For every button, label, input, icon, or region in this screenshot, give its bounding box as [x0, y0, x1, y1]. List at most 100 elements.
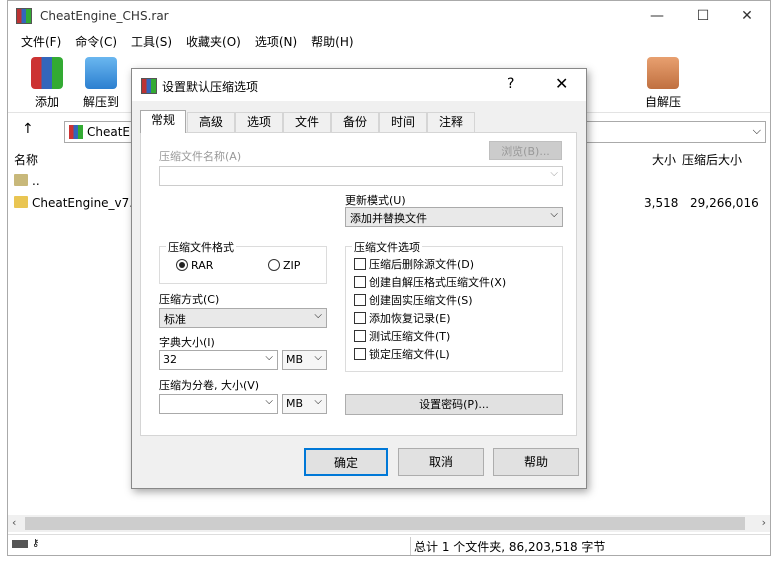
col-name[interactable]: 名称 — [14, 151, 38, 168]
option-label: 创建自解压格式压缩文件(X) — [369, 276, 507, 289]
menu-file[interactable]: 文件(F) — [14, 32, 68, 52]
archive-name-input[interactable]: ⌵ — [159, 166, 563, 186]
recovery-record-checkbox[interactable]: 添加恢复记录(E) — [354, 311, 451, 327]
checkbox-icon — [354, 294, 366, 306]
option-label: 创建固实压缩文件(S) — [369, 294, 473, 307]
extract-to-button[interactable]: 解压到 — [76, 57, 126, 110]
cancel-button[interactable]: 取消 — [398, 448, 484, 476]
test-archive-checkbox[interactable]: 测试压缩文件(T) — [354, 329, 450, 345]
status-separator — [410, 537, 411, 555]
browse-button[interactable]: 浏览(B)... — [489, 141, 562, 160]
delete-after-checkbox[interactable]: 压缩后删除源文件(D) — [354, 257, 474, 273]
lock-archive-checkbox[interactable]: 锁定压缩文件(L) — [354, 347, 450, 363]
archive-icon — [69, 125, 83, 139]
row-size: 3,518 — [644, 196, 679, 210]
option-label: 添加恢复记录(E) — [369, 312, 451, 325]
tab-backup[interactable]: 备份 — [331, 112, 379, 132]
menu-commands[interactable]: 命令(C) — [68, 32, 124, 52]
help-question-icon[interactable]: ? — [507, 76, 514, 92]
key-icon: ⚷ — [32, 538, 40, 549]
dict-size-select[interactable]: 32 ⌵ — [159, 350, 278, 370]
format-group-title: 压缩文件格式 — [166, 239, 236, 255]
chevron-down-icon: ⌵ — [265, 352, 273, 363]
chevron-down-icon[interactable]: ⌵ — [550, 168, 558, 179]
chevron-down-icon: ⌵ — [314, 352, 322, 363]
format-rar-label: RAR — [191, 259, 214, 272]
dict-size-label: 字典大小(I) — [159, 336, 215, 349]
parent-folder-icon — [14, 174, 28, 186]
status-bar: ⚷ 总计 1 个文件夹, 86,203,518 字节 — [8, 534, 770, 556]
menu-bar: 文件(F) 命令(C) 工具(S) 收藏夹(O) 选项(N) 帮助(H) — [8, 32, 770, 52]
col-size[interactable]: 大小 — [652, 151, 676, 168]
dict-size-value: 32 — [163, 353, 177, 366]
scroll-thumb[interactable] — [25, 517, 745, 530]
archive-options-group: 压缩文件选项 压缩后删除源文件(D) 创建自解压格式压缩文件(X) 创建固实压缩… — [345, 239, 563, 372]
menu-help[interactable]: 帮助(H) — [304, 32, 360, 52]
format-zip-radio[interactable]: ZIP — [268, 258, 300, 274]
method-select[interactable]: 标准 ⌵ — [159, 308, 327, 328]
update-mode-value: 添加并替换文件 — [350, 212, 427, 225]
ok-button[interactable]: 确定 — [304, 448, 388, 476]
tab-general[interactable]: 常规 — [140, 110, 186, 133]
split-unit-select[interactable]: MB ⌵ — [282, 394, 327, 414]
tab-files[interactable]: 文件 — [283, 112, 331, 132]
menu-favorites[interactable]: 收藏夹(O) — [179, 32, 248, 52]
scroll-right-icon[interactable]: › — [762, 516, 766, 529]
col-packed[interactable]: 压缩后大小 — [682, 151, 742, 168]
maximize-icon[interactable]: ☐ — [680, 1, 726, 32]
format-rar-radio[interactable]: RAR — [176, 258, 213, 274]
winrar-dialog-icon — [141, 78, 157, 94]
extract-folder-icon — [85, 57, 117, 89]
minimize-icon[interactable]: — — [634, 1, 680, 32]
row-packed: 29,266,016 — [690, 196, 759, 210]
winrar-app-icon — [16, 8, 32, 24]
update-mode-label: 更新模式(U) — [345, 194, 406, 207]
drive-icon — [12, 540, 28, 548]
extract-label: 解压到 — [82, 95, 119, 109]
dialog-title-bar: 设置默认压缩选项 ? ✕ — [132, 69, 586, 101]
menu-tools[interactable]: 工具(S) — [124, 32, 179, 52]
add-archive-icon — [31, 57, 63, 89]
dict-unit-select[interactable]: MB ⌵ — [282, 350, 327, 370]
window-title: CheatEngine_CHS.rar — [40, 9, 169, 23]
sfx-box-icon — [647, 57, 679, 89]
solid-archive-checkbox[interactable]: 创建固实压缩文件(S) — [354, 293, 473, 309]
sfx-label: 自解压 — [644, 95, 681, 109]
split-unit-value: MB — [286, 397, 304, 410]
chevron-down-icon[interactable]: ⌵ — [753, 124, 761, 138]
method-label: 压缩方式(C) — [159, 293, 220, 306]
chevron-down-icon: ⌵ — [314, 310, 322, 321]
menu-options[interactable]: 选项(N) — [248, 32, 304, 52]
split-label: 压缩为分卷, 大小(V) — [159, 379, 260, 392]
create-sfx-checkbox[interactable]: 创建自解压格式压缩文件(X) — [354, 275, 506, 291]
add-label: 添加 — [34, 95, 59, 109]
up-arrow-icon[interactable]: ↑ — [22, 121, 34, 137]
sfx-button[interactable]: 自解压 — [638, 57, 688, 110]
split-size-select[interactable]: ⌵ — [159, 394, 278, 414]
update-mode-select[interactable]: 添加并替换文件 ⌵ — [345, 207, 563, 227]
format-group: 压缩文件格式 RAR ZIP — [159, 239, 327, 284]
checkbox-icon — [354, 312, 366, 324]
close-icon[interactable]: ✕ — [724, 1, 770, 32]
dict-unit-value: MB — [286, 353, 304, 366]
dialog-close-icon[interactable]: ✕ — [555, 74, 568, 93]
chevron-down-icon: ⌵ — [550, 209, 558, 220]
add-button[interactable]: 添加 — [22, 57, 72, 110]
tab-advanced[interactable]: 高级 — [187, 112, 235, 132]
option-label: 压缩后删除源文件(D) — [369, 258, 475, 271]
help-button[interactable]: 帮助 — [493, 448, 579, 476]
checkbox-icon — [354, 330, 366, 342]
option-label: 锁定压缩文件(L) — [369, 348, 450, 361]
row-name: .. — [32, 174, 40, 188]
set-password-button[interactable]: 设置密码(P)... — [345, 394, 563, 415]
horizontal-scrollbar[interactable]: ‹ › — [8, 515, 770, 532]
tab-time[interactable]: 时间 — [379, 112, 427, 132]
archive-options-title: 压缩文件选项 — [352, 239, 422, 255]
tab-comment[interactable]: 注释 — [427, 112, 475, 132]
compression-options-dialog: 设置默认压缩选项 ? ✕ 常规 高级 选项 文件 备份 时间 注释 压缩文件名称… — [131, 68, 587, 489]
tab-options[interactable]: 选项 — [235, 112, 283, 132]
checkbox-icon — [354, 276, 366, 288]
general-panel: 压缩文件名称(A) 浏览(B)... ⌵ 更新模式(U) 添加并替换文件 ⌵ 压… — [140, 132, 577, 436]
scroll-left-icon[interactable]: ‹ — [12, 516, 16, 529]
title-bar: CheatEngine_CHS.rar — ☐ ✕ — [8, 1, 770, 32]
